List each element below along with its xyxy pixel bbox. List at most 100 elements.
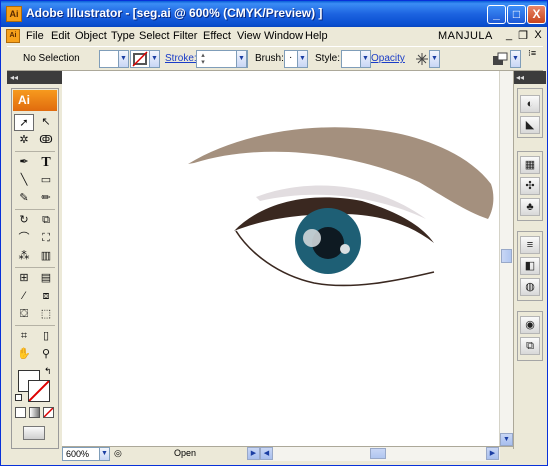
- document-setup-icon[interactable]: [492, 51, 508, 67]
- stroke-dropdown[interactable]: ▼: [149, 50, 160, 68]
- default-colors-icon[interactable]: [15, 394, 22, 401]
- menu-edit[interactable]: Edit: [51, 30, 70, 42]
- stroke-swatch[interactable]: [130, 50, 150, 68]
- menu-type[interactable]: Type: [111, 30, 135, 42]
- transparency-panel-icon[interactable]: ◍: [520, 278, 540, 296]
- document-icon[interactable]: Ai: [6, 29, 20, 43]
- tools-dock-header[interactable]: ◂◂: [7, 71, 62, 84]
- sparkle-icon[interactable]: [415, 50, 429, 68]
- slice-tool-icon[interactable]: ⌗: [14, 328, 34, 345]
- symbols-panel-icon[interactable]: ♣: [520, 198, 540, 216]
- pen-tool-icon[interactable]: ✒: [14, 154, 34, 171]
- fill-dropdown[interactable]: ▼: [118, 50, 129, 68]
- brushes-panel-icon[interactable]: ✣: [520, 177, 540, 195]
- color-mode-icon[interactable]: [15, 407, 26, 418]
- type-tool-icon[interactable]: T: [36, 154, 56, 171]
- menu-object[interactable]: Object: [75, 30, 107, 42]
- artboard-canvas[interactable]: [62, 71, 499, 446]
- stroke-link[interactable]: Stroke:: [165, 53, 197, 64]
- vertical-scrollbar[interactable]: ▼: [499, 71, 513, 446]
- doc-close-button[interactable]: X: [532, 29, 544, 41]
- paintbrush-tool-icon[interactable]: ✎: [14, 190, 34, 207]
- live-paint-selection-tool-icon[interactable]: ⬚: [36, 306, 56, 323]
- rotate-tool-icon[interactable]: ↻: [14, 212, 34, 229]
- maximize-button[interactable]: □: [507, 5, 526, 24]
- stroke-color-box[interactable]: [28, 380, 50, 402]
- status-nav-right-button[interactable]: ▶: [247, 447, 260, 460]
- stroke-panel-icon[interactable]: ≡: [520, 236, 540, 254]
- status-menu-icon[interactable]: ◎: [114, 448, 126, 460]
- scale-tool-icon[interactable]: ⧉: [36, 212, 56, 229]
- gradient-tool-icon[interactable]: ▤: [36, 270, 56, 287]
- stroke-weight-spinner-icon[interactable]: ▴ ▾: [198, 52, 208, 66]
- hand-tool-icon[interactable]: ✋: [14, 346, 34, 363]
- eye-highlight-large[interactable]: [303, 229, 321, 247]
- symbol-sprayer-tool-icon[interactable]: ⁂: [14, 248, 34, 265]
- pencil-tool-icon[interactable]: ✏: [36, 190, 56, 207]
- doc-minimize-button[interactable]: _: [503, 29, 515, 41]
- horizontal-scrollbar[interactable]: ◀ ▶: [260, 447, 500, 461]
- color-guide-panel-icon[interactable]: ◣: [520, 116, 540, 134]
- stroke-weight-dropdown[interactable]: ▼: [236, 50, 247, 68]
- warp-tool-icon[interactable]: ⌒: [14, 230, 34, 247]
- menu-effect[interactable]: Effect: [203, 30, 231, 42]
- style-swatch[interactable]: [341, 50, 361, 68]
- lasso-tool-icon[interactable]: ↂ: [36, 132, 56, 149]
- zoom-level-field[interactable]: 600%: [62, 447, 102, 461]
- eraser-tool-icon[interactable]: ▯: [36, 328, 56, 345]
- status-text: Open: [174, 448, 197, 458]
- eye-highlight-small[interactable]: [340, 244, 350, 254]
- selection-tool-icon[interactable]: ➚: [14, 114, 34, 131]
- illustrator-app-icon[interactable]: Ai: [6, 6, 22, 22]
- gradient-mode-icon[interactable]: [29, 407, 40, 418]
- free-transform-tool-icon[interactable]: ⛶: [36, 230, 56, 247]
- live-paint-bucket-tool-icon[interactable]: ⛋: [14, 306, 34, 323]
- brush-dropdown[interactable]: ▼: [297, 50, 308, 68]
- eyedropper-tool-icon[interactable]: ⁄: [14, 288, 34, 305]
- menu-window[interactable]: Window: [264, 30, 303, 42]
- eye-artwork[interactable]: [62, 71, 499, 446]
- blend-tool-icon[interactable]: ⧈: [36, 288, 56, 305]
- panel-menu-icon[interactable]: ⁝≡: [528, 49, 540, 69]
- menu-filter[interactable]: Filter: [173, 30, 197, 42]
- menu-select[interactable]: Select: [139, 30, 170, 42]
- rectangle-tool-icon[interactable]: ▭: [36, 172, 56, 189]
- line-segment-tool-icon[interactable]: ╲: [14, 172, 34, 189]
- menu-view[interactable]: View: [237, 30, 261, 42]
- title-bar[interactable]: Ai Adobe Illustrator - [seg.ai @ 600% (C…: [1, 1, 547, 27]
- magic-wand-tool-icon[interactable]: ✲: [14, 132, 34, 149]
- panel-dock-header[interactable]: ◂◂: [514, 71, 546, 84]
- zoom-tool-icon[interactable]: ⚲: [36, 346, 56, 363]
- zoom-dropdown[interactable]: ▼: [99, 447, 110, 461]
- layers-panel-icon[interactable]: ⧉: [520, 337, 540, 355]
- horizontal-scroll-thumb[interactable]: [370, 448, 386, 459]
- minimize-button[interactable]: _: [487, 5, 506, 24]
- panel-group-1: ◐ ◣: [517, 88, 543, 138]
- doc-restore-button[interactable]: ❐: [517, 29, 529, 42]
- column-graph-tool-icon[interactable]: ▥: [36, 248, 56, 265]
- menu-help[interactable]: Help: [305, 30, 328, 42]
- swap-fill-stroke-icon[interactable]: ↰: [44, 366, 52, 377]
- appearance-panel-icon[interactable]: ◉: [520, 316, 540, 334]
- doc-setup-dropdown[interactable]: ▼: [510, 50, 521, 68]
- vertical-scroll-thumb[interactable]: [501, 249, 512, 263]
- sparkle-dropdown[interactable]: ▼: [429, 50, 440, 68]
- fill-swatch[interactable]: [99, 50, 119, 68]
- scroll-right-button[interactable]: ▶: [486, 447, 499, 460]
- screen-mode-icon[interactable]: [23, 426, 45, 440]
- gradient-panel-icon[interactable]: ◧: [520, 257, 540, 275]
- scroll-left-button[interactable]: ◀: [260, 447, 273, 460]
- brush-field[interactable]: ·: [284, 50, 298, 68]
- panel-dock: ◂◂ ◐ ◣ ▦ ✣ ♣ ≡ ◧ ◍ ◉ ⧉: [513, 71, 546, 449]
- direct-selection-tool-icon[interactable]: ↖: [36, 114, 56, 131]
- mesh-tool-icon[interactable]: ⊞: [14, 270, 34, 287]
- none-color-icon: [28, 380, 50, 402]
- none-mode-icon[interactable]: [43, 407, 54, 418]
- style-dropdown[interactable]: ▼: [360, 50, 371, 68]
- swatches-panel-icon[interactable]: ▦: [520, 156, 540, 174]
- scroll-down-button[interactable]: ▼: [500, 433, 513, 446]
- color-panel-icon[interactable]: ◐: [520, 95, 540, 113]
- close-button[interactable]: X: [527, 5, 546, 24]
- opacity-link[interactable]: Opacity: [371, 53, 405, 64]
- menu-file[interactable]: File: [26, 30, 44, 42]
